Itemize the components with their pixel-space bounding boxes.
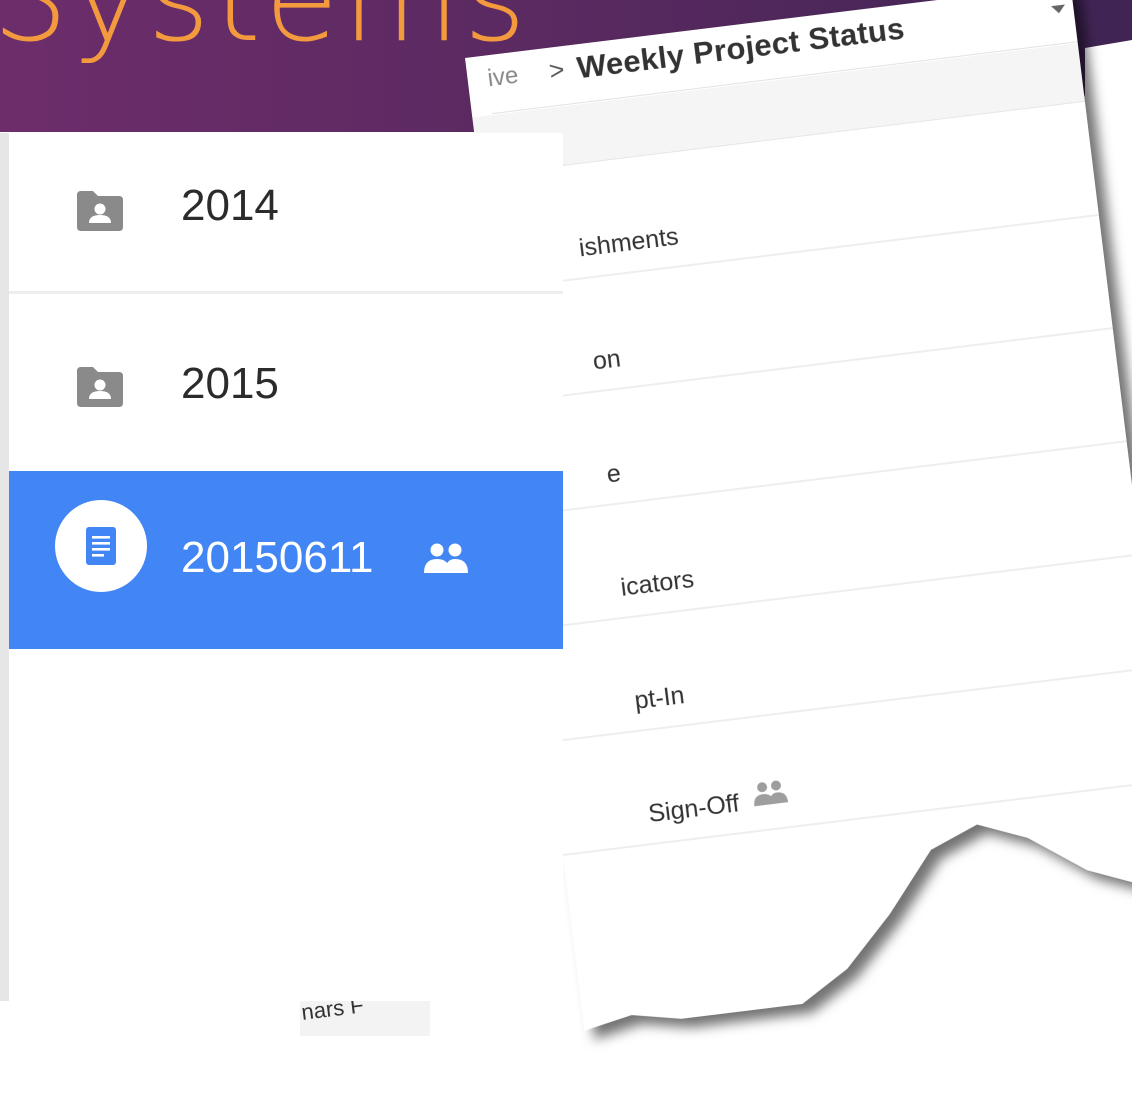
folder-row-2015[interactable]: 2015	[9, 291, 563, 469]
breadcrumb-separator: >	[547, 54, 567, 86]
people-icon	[750, 778, 789, 806]
breadcrumb-prefix[interactable]: ive	[486, 62, 520, 94]
doc-page-wrapper: ive > Weekly Project Status ishments on …	[465, 0, 1132, 1031]
shared-folder-icon	[77, 367, 123, 407]
list-item-label: ishments	[577, 222, 681, 263]
drive-panel: 2014 2015 20150611	[0, 133, 563, 1001]
shared-folder-icon	[77, 191, 123, 231]
chevron-down-icon[interactable]	[1051, 4, 1066, 14]
list-item-label: pt-In	[632, 681, 687, 716]
folder-label: 2014	[181, 181, 279, 230]
list-item-label: icators	[619, 565, 696, 602]
banner-title: Systems	[0, 0, 530, 69]
list-item-label: on	[591, 344, 623, 376]
people-icon	[424, 543, 468, 573]
file-row-20150611[interactable]: 20150611	[9, 471, 563, 649]
list-item-label: Sign-Off	[646, 789, 741, 829]
folder-row-2014[interactable]: 2014	[9, 133, 563, 294]
file-label: 20150611	[181, 533, 374, 582]
folder-label: 2015	[181, 359, 279, 408]
list-item-label: e	[605, 459, 623, 489]
doc-page: ive > Weekly Project Status ishments on …	[465, 0, 1132, 1031]
document-icon	[86, 527, 116, 565]
document-icon-badge	[55, 500, 147, 592]
